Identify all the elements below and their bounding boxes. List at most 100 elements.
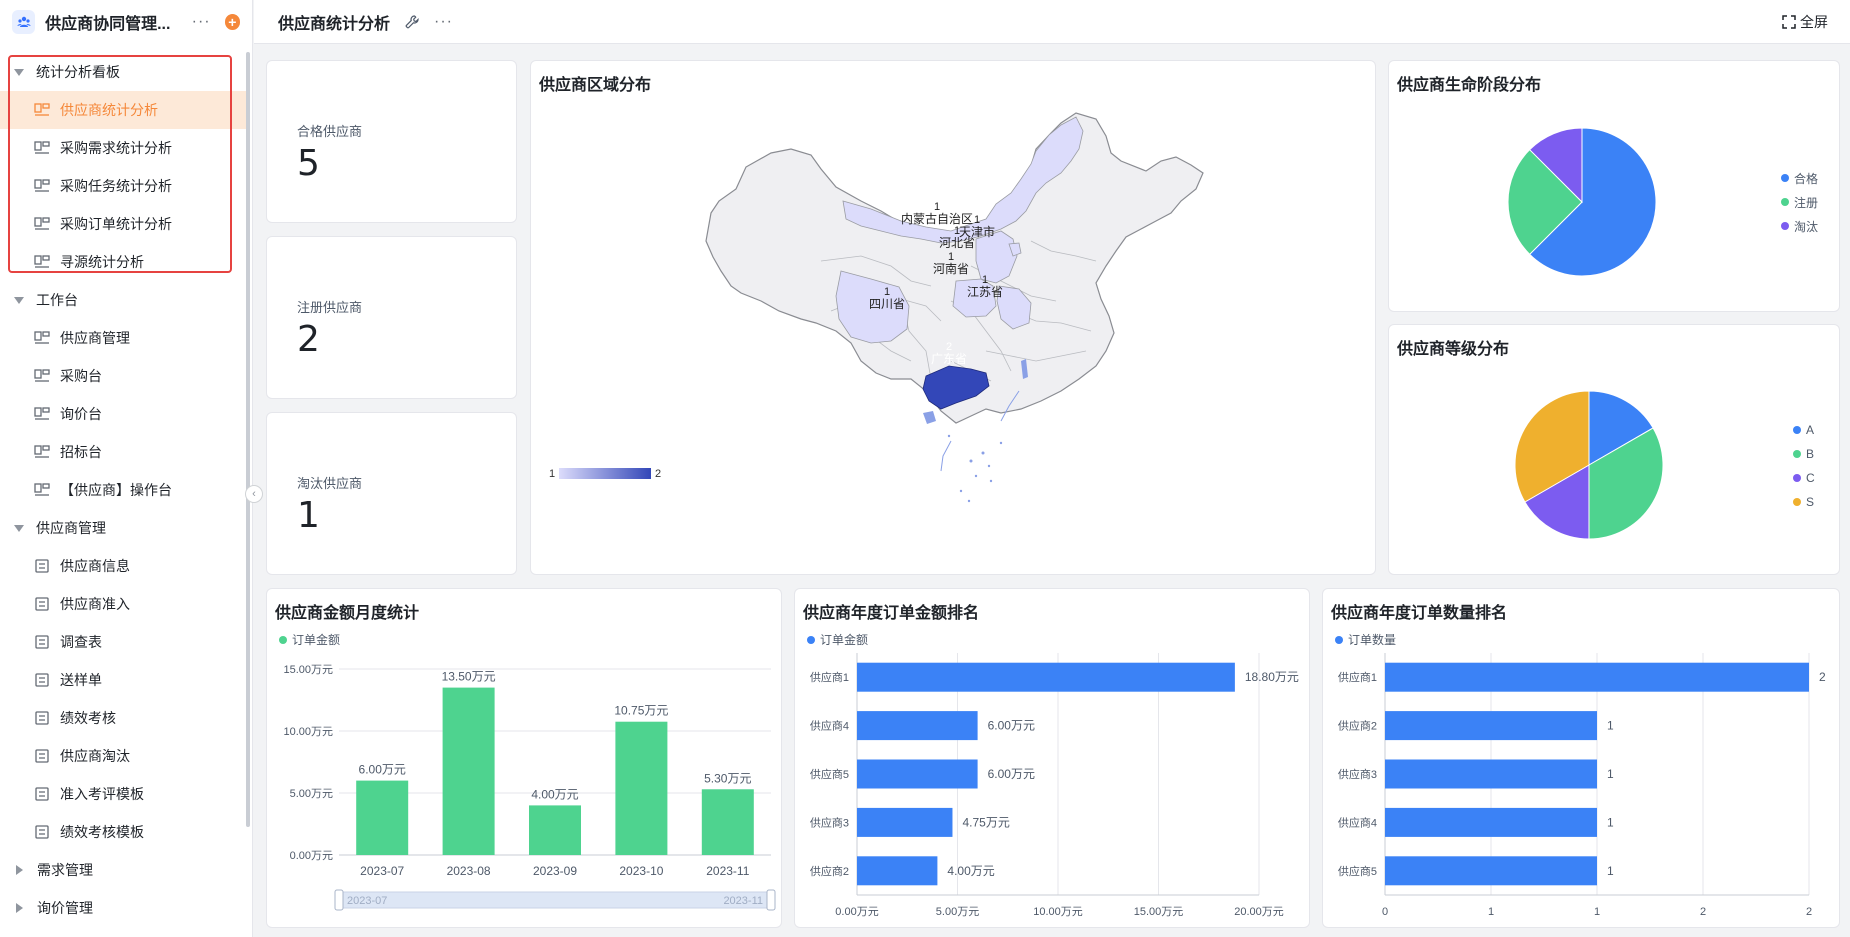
sidebar-item[interactable]: 采购任务统计分析 [0, 167, 248, 205]
caret-right-icon[interactable] [16, 865, 23, 875]
x-tick-label: 2023-11 [706, 864, 749, 878]
page-title: 供应商统计分析 [278, 15, 391, 33]
bar[interactable] [615, 721, 668, 855]
sidebar-item[interactable]: 绩效考核 [0, 699, 248, 737]
bar[interactable] [1385, 759, 1597, 789]
x-tick-label: 5.00万元 [936, 906, 979, 918]
bar-value-label: 18.80万元 [1245, 670, 1299, 684]
sidebar-item[interactable]: 供应商统计分析 [0, 91, 248, 129]
dashboard-icon [34, 369, 50, 383]
y-tick-label: 15.00万元 [283, 664, 333, 676]
lifecycle-pie-chart[interactable] [1389, 61, 1841, 313]
sidebar-item[interactable]: 准入考评模板 [0, 775, 248, 813]
sidebar-item[interactable]: 供应商管理 [0, 319, 248, 357]
app-title[interactable]: 供应商协同管理... [45, 10, 180, 34]
sidebar-item[interactable]: 送样单 [0, 661, 248, 699]
legend-item[interactable]: A [1793, 418, 1815, 442]
monthly-bar-chart[interactable]: 0.00万元 5.00万元 10.00万元 15.00万元 6.00万元 2023-07 1… [267, 589, 783, 929]
bar[interactable] [701, 789, 754, 855]
legend-label: C [1806, 471, 1815, 485]
legend-item[interactable]: 合格 [1781, 166, 1818, 190]
bar[interactable] [1385, 856, 1597, 886]
bar[interactable] [1385, 807, 1597, 837]
sidebar-item[interactable]: 招标台 [0, 433, 248, 471]
legend-item[interactable]: S [1793, 490, 1815, 514]
sidebar-group-label: 统计分析看板 [36, 64, 120, 80]
bar[interactable] [857, 711, 978, 741]
sidebar-item[interactable]: 采购台 [0, 357, 248, 395]
legend-item[interactable]: 注册 [1781, 190, 1818, 214]
bar[interactable] [857, 759, 978, 789]
sidebar-group[interactable]: 供应商管理 [0, 509, 248, 547]
sidebar-group[interactable]: 工作台 [0, 281, 248, 319]
dashboard-icon [34, 103, 50, 117]
caret-down-icon[interactable] [14, 296, 24, 304]
sidebar-item[interactable]: 采购需求统计分析 [0, 129, 248, 167]
sidebar-scrollbar[interactable] [246, 52, 250, 827]
collapse-sidebar-icon[interactable]: ‹ [245, 485, 263, 503]
fullscreen-label: 全屏 [1800, 13, 1828, 30]
stat-card-registered: 注册供应商 2 [266, 236, 517, 399]
bar[interactable] [857, 856, 938, 886]
amount-rank-chart[interactable]: 0.00万元 5.00万元 10.00万元 15.00万元 20.00万元 18.80万元… [795, 589, 1311, 929]
form-icon [34, 825, 50, 839]
dashboard-icon [34, 407, 50, 421]
stat-label: 淘汰供应商 [297, 476, 363, 491]
form-icon [34, 597, 50, 611]
zoom-handle-left[interactable] [334, 889, 344, 911]
sidebar-group[interactable]: 需求管理 [0, 851, 248, 889]
bar-value-label: 6.00万元 [359, 763, 406, 777]
china-map[interactable]: 1内蒙古自治区 1天津市1河北省1河南省1江苏省1四川省2广东省 1 2 [531, 61, 1377, 576]
bar[interactable] [356, 780, 409, 855]
bar[interactable] [857, 662, 1235, 692]
add-icon[interactable]: + [224, 14, 240, 30]
grade-pie-chart[interactable] [1389, 325, 1841, 576]
legend-item[interactable]: B [1793, 442, 1815, 466]
sidebar-item[interactable]: 寻源统计分析 [0, 243, 248, 281]
fullscreen-button[interactable]: 全屏 [1782, 12, 1828, 32]
y-tick-label: 供应商4 [810, 719, 849, 733]
bar[interactable] [1385, 711, 1597, 741]
x-tick-label: 0 [1382, 906, 1388, 918]
stat-card-qualified: 合格供应商 5 [266, 60, 517, 223]
sidebar-item[interactable]: 采购订单统计分析 [0, 205, 248, 243]
y-tick-label: 供应商1 [1338, 670, 1377, 684]
legend-item[interactable]: 淘汰 [1781, 214, 1818, 238]
sidebar-item-label: 采购台 [60, 368, 102, 384]
caret-down-icon[interactable] [14, 68, 24, 76]
bar[interactable] [857, 807, 953, 837]
sidebar-item[interactable]: 供应商信息 [0, 547, 248, 585]
bar[interactable] [1385, 662, 1809, 692]
page-more-icon[interactable]: ··· [434, 13, 453, 31]
sidebar-group[interactable]: 统计分析看板 [0, 53, 248, 91]
count-rank-chart[interactable]: 0 1 1 2 2 2 供应商1 1 供应商2 1 供应商3 1 供应商4 1 供应商5 [1323, 589, 1841, 929]
sidebar-item[interactable]: 询价台 [0, 395, 248, 433]
x-tick-label: 2 [1700, 906, 1706, 918]
sidebar-item[interactable]: 供应商准入 [0, 585, 248, 623]
caret-down-icon[interactable] [14, 524, 24, 532]
region-name-label: 河南省 [933, 261, 969, 276]
lifecycle-pie-card: 供应商生命阶段分布 合格 注册 淘汰 [1388, 60, 1840, 312]
bar[interactable] [442, 687, 495, 855]
wrench-icon[interactable] [404, 14, 420, 30]
zoom-end-label: 2023-11 [723, 895, 763, 907]
sidebar-item[interactable]: 调查表 [0, 623, 248, 661]
app-more-icon[interactable]: ··· [192, 13, 211, 31]
sidebar-item[interactable]: 供应商淘汰 [0, 737, 248, 775]
zoom-handle-right[interactable] [766, 889, 776, 911]
y-tick-label: 供应商2 [1338, 719, 1377, 733]
bar-value-label: 2 [1819, 670, 1826, 684]
sidebar-item[interactable]: 【供应商】操作台 [0, 471, 248, 509]
sidebar-item[interactable]: 绩效考核模板 [0, 813, 248, 851]
legend-item[interactable]: C [1793, 466, 1815, 490]
bar-value-label: 4.75万元 [962, 815, 1009, 829]
zoom-slider-track[interactable] [338, 891, 772, 909]
sidebar-item-label: 供应商淘汰 [60, 748, 130, 764]
sidebar-item-label: 采购订单统计分析 [60, 216, 172, 232]
sidebar-group[interactable]: 询价管理 [0, 889, 248, 927]
caret-right-icon[interactable] [16, 903, 23, 913]
bar[interactable] [529, 805, 581, 855]
top-bar: 供应商统计分析 ··· 全屏 [254, 0, 1850, 44]
count-rank-card: 供应商年度订单数量排名 订单数量 0 1 1 2 2 2 供应商1 1 供应商2 1 供应商3 1 供应… [1322, 588, 1840, 928]
legend-label: A [1806, 423, 1815, 437]
